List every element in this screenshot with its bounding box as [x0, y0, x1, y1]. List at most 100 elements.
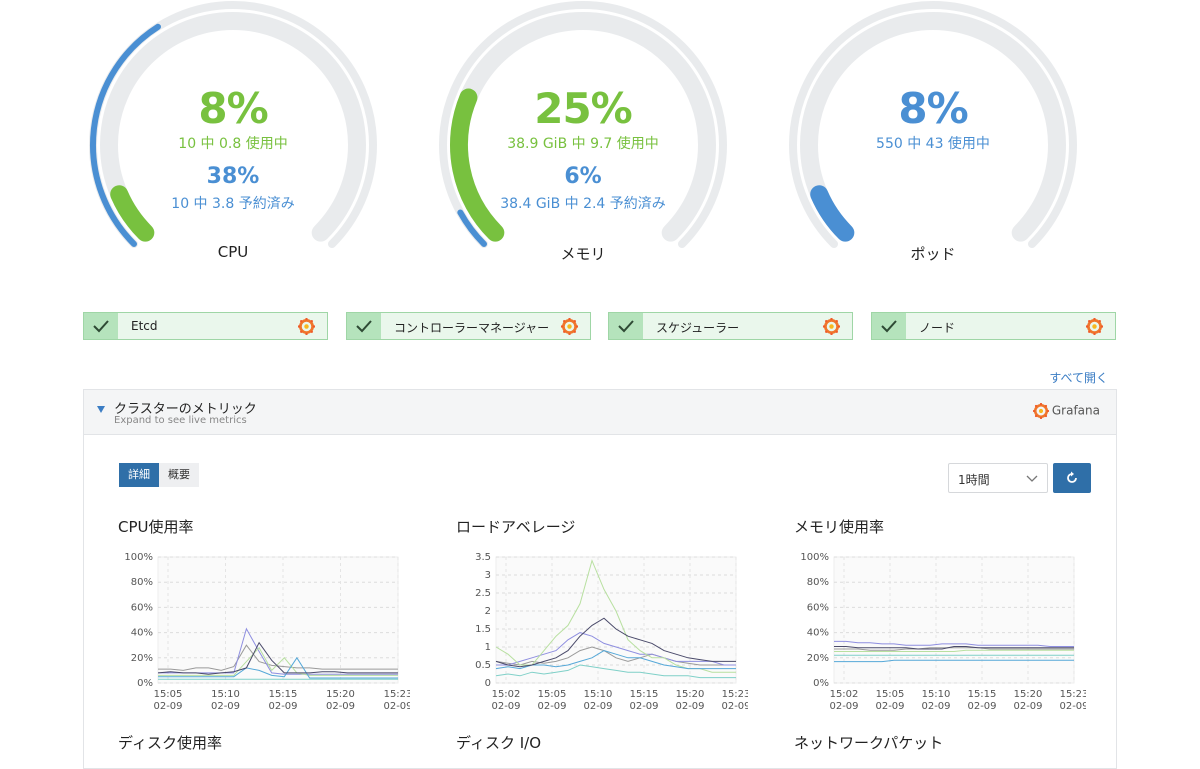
cpu-usage-chart: 0%20%40%60%80%100%15:0502-0915:1002-0915…	[124, 552, 410, 712]
pods-used-percent: 8%	[898, 84, 968, 133]
y-tick-label: 20%	[807, 653, 829, 664]
pods-gauge-label: ポッド	[910, 245, 956, 263]
load-average-chart: 00.511.522.533.515:0202-0915:0502-0915:1…	[475, 552, 748, 712]
y-tick-label: 3.5	[475, 552, 491, 563]
plot-area	[495, 556, 737, 684]
check-icon	[84, 313, 118, 339]
status-label: スケジューラー	[656, 321, 740, 335]
y-tick-label: 60%	[807, 602, 829, 613]
chart-title-cpu: CPU使用率	[118, 518, 194, 536]
grafana-icon[interactable]	[560, 317, 579, 339]
x-tick-time: 15:10	[584, 689, 613, 700]
status-scheduler[interactable]: スケジューラー	[608, 312, 853, 340]
expand-all-link[interactable]: すべて開く	[1049, 369, 1108, 386]
x-tick-time: 15:10	[922, 689, 951, 700]
status-etcd[interactable]: Etcd	[83, 312, 328, 340]
x-tick-time: 15:20	[326, 689, 355, 700]
y-tick-label: 60%	[131, 602, 153, 613]
x-tick-time: 15:20	[1014, 689, 1043, 700]
x-tick-time: 15:05	[876, 689, 905, 700]
panel-subtitle: Expand to see live metrics	[114, 415, 247, 426]
memory-gauge: 25% 38.9 GiB 中 9.7 使用中 6% 38.4 GiB 中 2.4…	[428, 0, 738, 290]
y-tick-label: 40%	[131, 628, 153, 639]
y-tick-label: 20%	[131, 653, 153, 664]
y-tick-label: 80%	[807, 577, 829, 588]
x-tick-time: 15:20	[676, 689, 705, 700]
chart-title-memory: メモリ使用率	[794, 518, 885, 536]
pods-gauge: 8% 550 中 43 使用中 ポッド	[778, 0, 1088, 290]
memory-reserved-detail: 38.4 GiB 中 2.4 予約済み	[500, 196, 666, 212]
x-tick-time: 15:05	[538, 689, 567, 700]
status-node[interactable]: ノード	[871, 312, 1116, 340]
x-tick-date: 02-09	[383, 701, 410, 712]
grafana-icon[interactable]	[822, 317, 841, 339]
y-tick-label: 80%	[131, 577, 153, 588]
time-range-select[interactable]: 1時間	[948, 463, 1048, 493]
x-tick-date: 02-09	[967, 701, 996, 712]
status-label: コントローラーマネージャー	[394, 321, 550, 335]
x-tick-date: 02-09	[921, 701, 950, 712]
x-tick-date: 02-09	[721, 701, 748, 712]
x-tick-date: 02-09	[675, 701, 704, 712]
memory-usage-chart: 0%20%40%60%80%100%15:0202-0915:0502-0915…	[800, 552, 1086, 712]
y-tick-label: 0.5	[475, 660, 491, 671]
x-tick-date: 02-09	[1059, 701, 1086, 712]
status-controller-manager[interactable]: コントローラーマネージャー	[346, 312, 591, 340]
plot-area	[833, 556, 1075, 684]
grafana-icon	[1032, 402, 1050, 420]
x-tick-time: 15:23	[1060, 689, 1086, 700]
x-tick-time: 15:02	[830, 689, 859, 700]
x-tick-date: 02-09	[875, 701, 904, 712]
check-icon	[872, 313, 906, 339]
x-tick-time: 15:15	[968, 689, 997, 700]
cpu-used-percent: 8%	[198, 84, 268, 133]
x-tick-time: 15:23	[722, 689, 748, 700]
chart-title-load: ロードアベレージ	[456, 518, 576, 536]
y-tick-label: 1.5	[475, 624, 491, 635]
view-toggle: 詳細 概要	[119, 463, 199, 487]
cpu-gauge-label: CPU	[217, 243, 249, 261]
x-tick-time: 15:15	[630, 689, 659, 700]
y-tick-label: 100%	[124, 552, 153, 563]
cpu-used-detail: 10 中 0.8 使用中	[178, 136, 288, 152]
memory-reserved-percent: 6%	[564, 164, 602, 189]
x-tick-time: 15:10	[211, 689, 240, 700]
x-tick-time: 15:15	[269, 689, 298, 700]
memory-used-percent: 25%	[534, 84, 633, 133]
grafana-label: Grafana	[1051, 403, 1100, 418]
cpu-gauge: 8% 10 中 0.8 使用中 38% 10 中 3.8 予約済み CPU	[78, 0, 388, 290]
y-tick-label: 40%	[807, 628, 829, 639]
x-tick-time: 15:02	[492, 689, 521, 700]
x-tick-date: 02-09	[326, 701, 355, 712]
y-tick-label: 0	[485, 678, 491, 689]
x-tick-date: 02-09	[211, 701, 240, 712]
chevron-down-icon	[1026, 475, 1038, 482]
y-tick-label: 0%	[813, 678, 829, 689]
refresh-button[interactable]	[1053, 463, 1091, 493]
x-tick-date: 02-09	[629, 701, 658, 712]
y-tick-label: 0%	[137, 678, 153, 689]
caret-down-icon[interactable]	[97, 406, 105, 413]
y-tick-label: 2	[485, 606, 491, 617]
pods-used-detail: 550 中 43 使用中	[876, 136, 990, 152]
x-tick-date: 02-09	[491, 701, 520, 712]
status-label: ノード	[919, 321, 956, 335]
memory-gauge-label: メモリ	[560, 245, 606, 263]
tab-detail[interactable]: 詳細	[119, 463, 159, 487]
memory-used-detail: 38.9 GiB 中 9.7 使用中	[507, 136, 659, 152]
y-tick-label: 100%	[800, 552, 829, 563]
grafana-link[interactable]: Grafana	[1032, 402, 1100, 420]
tab-summary[interactable]: 概要	[159, 463, 199, 487]
status-label: Etcd	[131, 319, 158, 333]
y-tick-label: 2.5	[475, 588, 491, 599]
x-tick-date: 02-09	[537, 701, 566, 712]
check-icon	[609, 313, 643, 339]
x-tick-date: 02-09	[153, 701, 182, 712]
x-tick-date: 02-09	[583, 701, 612, 712]
x-tick-date: 02-09	[268, 701, 297, 712]
cpu-reserved-percent: 38%	[206, 164, 260, 189]
grafana-icon[interactable]	[297, 317, 316, 339]
refresh-icon	[1067, 471, 1077, 483]
grafana-icon[interactable]	[1085, 317, 1104, 339]
panel-header[interactable]: クラスターのメトリック Expand to see live metrics G…	[84, 390, 1116, 435]
